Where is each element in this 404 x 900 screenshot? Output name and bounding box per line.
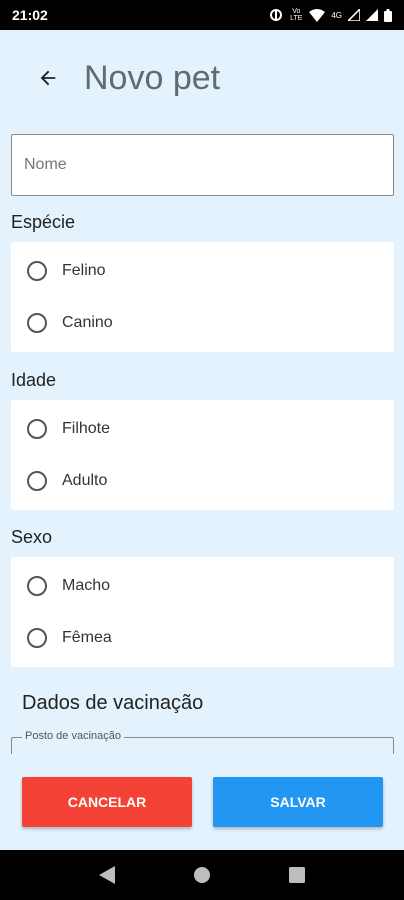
sex-radio-group: Macho Fêmea	[11, 557, 394, 667]
radio-button[interactable]	[27, 313, 47, 333]
arrow-left-icon	[40, 70, 56, 86]
radio-option-macho[interactable]: Macho	[11, 560, 394, 612]
vaccination-post-label: Posto de vacinação	[22, 730, 125, 742]
name-input[interactable]	[12, 135, 393, 195]
signal-icon-2	[366, 9, 378, 21]
radio-option-canino[interactable]: Canino	[11, 297, 394, 349]
status-time: 21:02	[12, 7, 48, 23]
radio-option-filhote[interactable]: Filhote	[11, 403, 394, 455]
species-radio-group: Felino Canino	[11, 242, 394, 352]
form-scroll-area[interactable]: Espécie Felino Canino Idade Filhote Adul…	[0, 126, 404, 754]
square-recents-icon	[288, 867, 305, 883]
radio-option-adulto[interactable]: Adulto	[11, 455, 394, 507]
radio-label: Filhote	[62, 420, 111, 437]
network-type-label: 4G	[331, 10, 342, 20]
radio-option-femea[interactable]: Fêmea	[11, 612, 394, 664]
radio-button[interactable]	[27, 419, 47, 439]
app-bar: Novo pet	[0, 30, 404, 126]
battery-icon	[384, 8, 392, 22]
circle-home-icon	[193, 867, 210, 883]
age-label: Idade	[11, 370, 57, 390]
radio-button[interactable]	[27, 628, 47, 648]
action-bar: CANCELAR SALVAR	[0, 754, 404, 850]
vaccination-post-field[interactable]: Posto de vacinação	[11, 730, 394, 754]
status-bar: 21:02 Vo LTE 4G	[0, 0, 404, 30]
status-icons: Vo LTE 4G	[269, 8, 392, 22]
species-label: Espécie	[11, 212, 76, 232]
nav-home-button[interactable]	[182, 855, 222, 895]
vaccination-heading: Dados de vacinação	[22, 692, 204, 714]
triangle-back-icon	[99, 866, 116, 884]
save-button[interactable]: SALVAR	[213, 777, 383, 827]
radio-label: Macho	[62, 577, 111, 594]
signal-icon	[348, 9, 360, 21]
page-title: Novo pet	[84, 58, 221, 97]
age-radio-group: Filhote Adulto	[11, 400, 394, 510]
radio-label: Felino	[62, 262, 106, 279]
radio-label: Canino	[62, 314, 113, 331]
radio-button[interactable]	[27, 576, 47, 596]
sex-label: Sexo	[11, 527, 53, 547]
back-button[interactable]	[28, 58, 68, 98]
radio-label: Fêmea	[62, 629, 112, 646]
radio-label: Adulto	[62, 472, 108, 489]
radio-button[interactable]	[27, 261, 47, 281]
nav-recents-button[interactable]	[277, 855, 317, 895]
data-saver-icon	[270, 9, 283, 21]
radio-option-felino[interactable]: Felino	[11, 245, 394, 297]
volte-icon: Vo LTE	[290, 8, 303, 22]
nav-back-button[interactable]	[87, 855, 127, 895]
wifi-icon	[309, 8, 326, 22]
cancel-button[interactable]: CANCELAR	[22, 777, 192, 827]
system-nav-bar	[0, 850, 404, 900]
radio-button[interactable]	[27, 471, 47, 491]
name-field[interactable]	[11, 134, 394, 196]
